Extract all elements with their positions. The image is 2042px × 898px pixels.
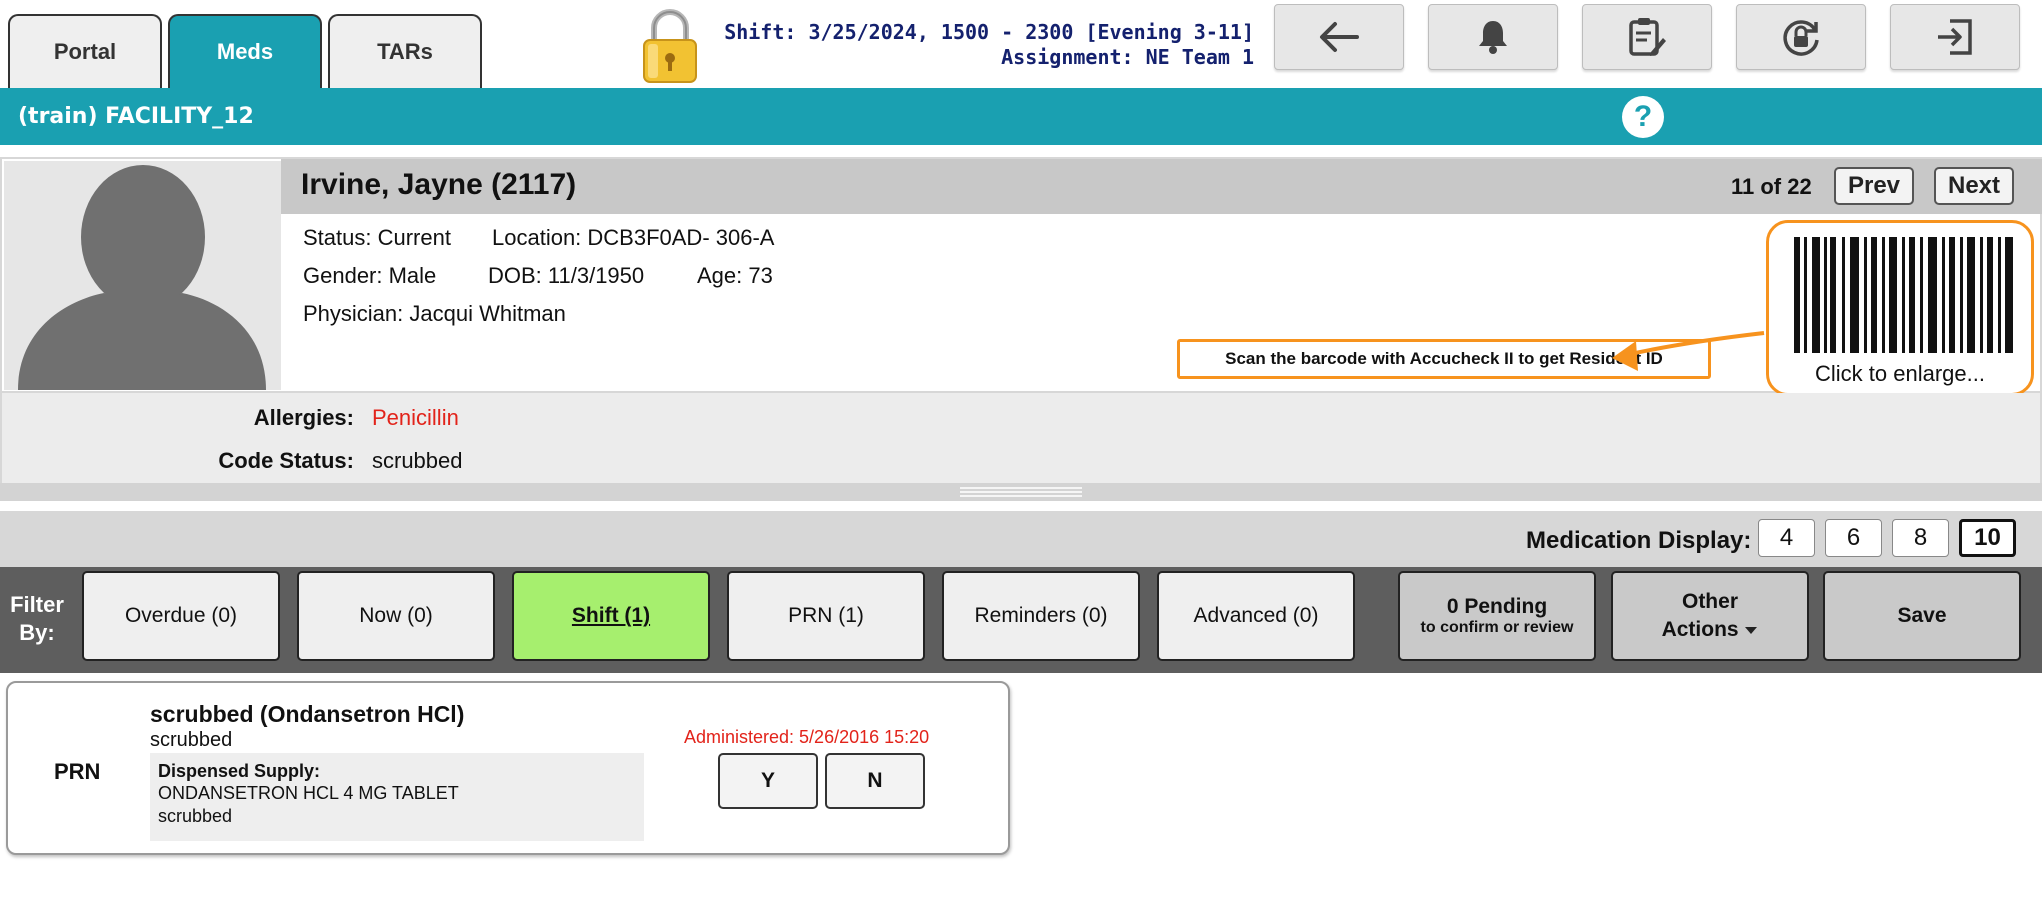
resident-name-bar: Irvine, Jayne (2117) 11 of 22 Prev Next (281, 159, 2042, 214)
dispensed-supply-drug: ONDANSETRON HCL 4 MG TABLET (158, 783, 459, 803)
resident-age: Age: 73 (697, 263, 773, 288)
shift-line: Shift: 3/25/2024, 1500 - 2300 [Evening 3… (724, 20, 1254, 44)
shift-info: Shift: 3/25/2024, 1500 - 2300 [Evening 3… (700, 20, 1254, 70)
clipboard-edit-icon (1629, 18, 1666, 56)
display-6-button[interactable]: 6 (1825, 519, 1882, 557)
barcode-caption[interactable]: Click to enlarge... (1769, 361, 2031, 387)
resident-counter: 11 of 22 (1731, 174, 1812, 199)
tab-portal[interactable]: Portal (8, 14, 162, 88)
caret-down-icon (1745, 627, 1758, 635)
resident-location: Location: DCB3F0AD- 306-A (492, 225, 775, 250)
meds-screen: Portal Meds TARs Shift: 3/25/2024, 1500 … (0, 0, 2042, 898)
barcode-icon (1794, 237, 2013, 353)
lock-screen-button[interactable] (1736, 4, 1866, 70)
tab-tars[interactable]: TARs (328, 14, 482, 88)
next-button[interactable]: Next (1934, 167, 2014, 205)
facility-name: (train) FACILITY_12 (18, 104, 254, 129)
filter-advanced-button[interactable]: Advanced (0) (1157, 571, 1355, 661)
resident-gender: Gender: Male (303, 263, 437, 288)
allergy-panel: Allergies: Penicillin Code Status: scrub… (0, 393, 2042, 483)
filter-shift-button[interactable]: Shift (1) (512, 571, 710, 661)
dispensed-supply-panel: Dispensed Supply: ONDANSETRON HCL 4 MG T… (150, 753, 644, 841)
splitter-grip-icon[interactable] (960, 487, 1082, 497)
allergies-value: Penicillin (372, 405, 459, 430)
resident-barcode[interactable]: Click to enlarge... (1766, 220, 2034, 396)
display-8-button[interactable]: 8 (1892, 519, 1949, 557)
medication-display-label: Medication Display: (1526, 527, 1752, 554)
dispensed-supply-heading: Dispensed Supply: (158, 761, 321, 781)
help-button[interactable]: ? (1622, 96, 1664, 138)
facility-bar: (train) FACILITY_12 ? (0, 88, 2042, 145)
medication-type-label: PRN (54, 759, 101, 784)
prev-button[interactable]: Prev (1834, 167, 1914, 205)
filter-bar: Filter By: Overdue (0) Now (0) Shift (1)… (0, 567, 2042, 673)
other-actions-line1: Other (1681, 590, 1738, 613)
bell-icon (1479, 21, 1507, 54)
display-10-button[interactable]: 10 (1959, 519, 2016, 557)
resident-card: Irvine, Jayne (2117) 11 of 22 Prev Next … (0, 157, 2042, 393)
pending-subtitle: to confirm or review (1420, 619, 1574, 636)
save-button[interactable]: Save (1823, 571, 2021, 661)
pending-button[interactable]: 0 Pending to confirm or review (1398, 571, 1596, 661)
resident-physician: Physician: Jacqui Whitman (303, 301, 566, 326)
person-silhouette-icon (4, 161, 281, 390)
resize-splitter[interactable] (0, 483, 2042, 501)
administer-no-button[interactable]: N (825, 753, 925, 809)
pending-count: 0 Pending (1446, 595, 1548, 618)
back-arrow-icon (1320, 22, 1359, 52)
help-icon: ? (1633, 100, 1653, 133)
logout-button[interactable] (1890, 4, 2020, 70)
resident-dob: DOB: 11/3/1950 (488, 263, 645, 288)
rotate-lock-icon (1783, 20, 1819, 56)
other-actions-button[interactable]: Other Actions (1611, 571, 1809, 661)
filter-overdue-button[interactable]: Overdue (0) (82, 571, 280, 661)
resident-photo (4, 161, 281, 390)
other-actions-line2: Actions (1661, 618, 1739, 641)
display-4-button[interactable]: 4 (1758, 519, 1815, 557)
code-status-value: scrubbed (372, 448, 463, 473)
callout-arrow-icon (1612, 331, 1765, 371)
resident-status: Status: Current (303, 225, 451, 250)
filter-prn-button[interactable]: PRN (1) (727, 571, 925, 661)
back-button[interactable] (1274, 4, 1404, 70)
medication-subtitle: scrubbed (150, 729, 233, 751)
resident-name: Irvine, Jayne (2117) (301, 168, 577, 201)
notes-button[interactable] (1582, 4, 1712, 70)
medication-name: scrubbed (Ondansetron HCl) (150, 701, 465, 727)
administer-yes-button[interactable]: Y (718, 753, 818, 809)
administered-timestamp: Administered: 5/26/2016 15:20 (684, 727, 930, 747)
lock-icon (643, 9, 697, 83)
medication-display-bar: Medication Display: 4 6 8 10 (0, 511, 2042, 567)
notifications-button[interactable] (1428, 4, 1558, 70)
dispensed-supply-note: scrubbed (158, 806, 233, 826)
filter-by-label: Filter By: (10, 592, 64, 645)
medication-card: PRN scrubbed (Ondansetron HCl) scrubbed … (6, 681, 1010, 855)
tab-meds[interactable]: Meds (168, 14, 322, 88)
filter-reminders-button[interactable]: Reminders (0) (942, 571, 1140, 661)
code-status-label: Code Status: (218, 448, 354, 473)
top-bar: Portal Meds TARs Shift: 3/25/2024, 1500 … (0, 0, 2042, 88)
logout-icon (1938, 19, 1972, 55)
filter-now-button[interactable]: Now (0) (297, 571, 495, 661)
allergies-label: Allergies: (253, 405, 354, 430)
assignment-line: Assignment: NE Team 1 (1001, 45, 1254, 69)
